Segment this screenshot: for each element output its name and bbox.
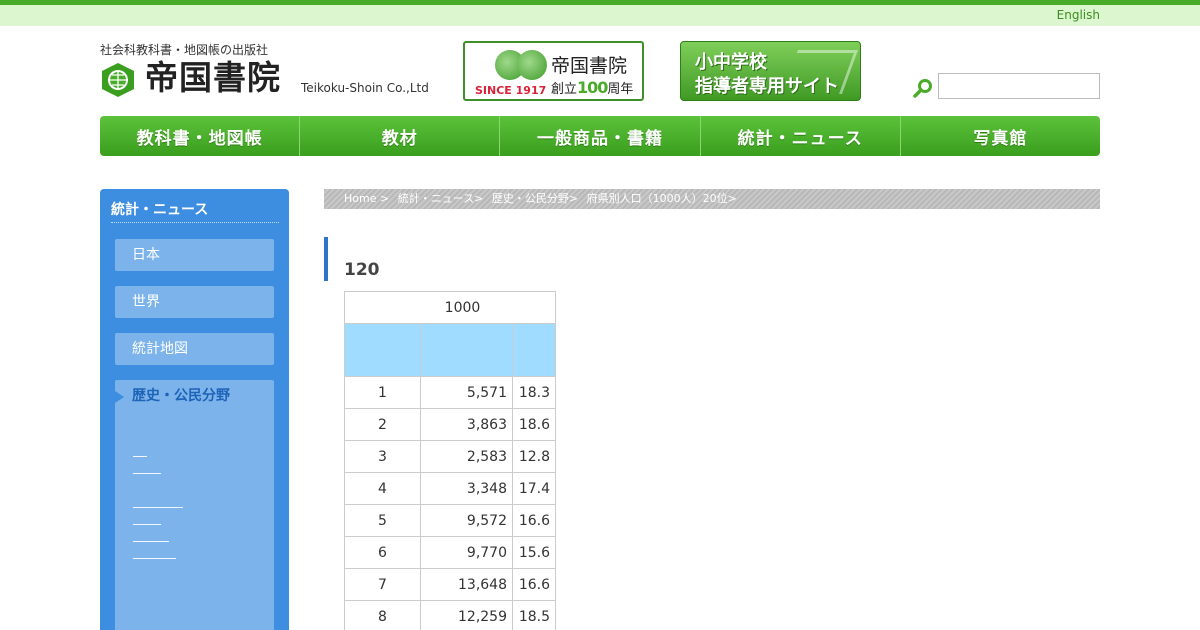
- nav-materials[interactable]: 教材: [300, 116, 501, 156]
- table-caption-row: 1000: [344, 291, 556, 324]
- sidebar-sub-link[interactable]: [133, 524, 161, 525]
- sidebar-sub-link[interactable]: [133, 507, 183, 508]
- statistics-table: 1000 1 5,571 18.3 2 3,863 18.6 3 2,583 1…: [344, 291, 556, 630]
- teacher-site-banner[interactable]: 小中学校 指導者専用サイト: [680, 41, 861, 101]
- teacher-banner-line2: 指導者専用サイト: [695, 76, 839, 97]
- population-cell: 9,770: [420, 536, 513, 569]
- table-row: 4 3,348 17.4: [344, 472, 556, 505]
- population-cell: 3,863: [420, 408, 513, 441]
- logo-english-name: Teikoku-Shoin Co.,Ltd: [301, 81, 429, 95]
- breadcrumb-statistics[interactable]: 統計・ニュース>: [398, 192, 484, 205]
- sidebar-item-world[interactable]: 世界: [115, 286, 274, 318]
- table-row: 2 3,863 18.6: [344, 408, 556, 441]
- rank-cell: 5: [344, 504, 421, 537]
- nav-statistics-news[interactable]: 統計・ニュース: [701, 116, 901, 156]
- ratio-cell: 18.5: [512, 600, 556, 630]
- table-header-cell: [420, 323, 513, 377]
- ratio-cell: 17.4: [512, 472, 556, 505]
- table-header-row: [344, 323, 556, 377]
- sidebar-sub-link[interactable]: [133, 473, 161, 474]
- teacher-banner-line1: 小中学校: [695, 52, 767, 73]
- ratio-cell: 18.3: [512, 376, 556, 409]
- ratio-cell: 12.8: [512, 440, 556, 473]
- sidebar-sub-link[interactable]: [133, 541, 169, 542]
- language-bar: English: [0, 5, 1200, 26]
- table-row: 6 9,770 15.6: [344, 536, 556, 569]
- nav-photo-gallery[interactable]: 写真館: [901, 116, 1100, 156]
- sidebar-item-history-civics[interactable]: 歴史・公民分野: [115, 380, 274, 412]
- global-nav: 教科書・地図帳 教材 一般商品・書籍 統計・ニュース 写真館: [100, 116, 1100, 156]
- anniversary-banner[interactable]: SINCE 1917 帝国書院 創立100周年: [463, 41, 644, 101]
- rank-cell: 3: [344, 440, 421, 473]
- banner-company-name: 帝国書院: [551, 55, 628, 77]
- population-cell: 5,571: [420, 376, 513, 409]
- search-input[interactable]: [938, 73, 1100, 99]
- logo-wordmark[interactable]: 帝国書院: [145, 58, 281, 98]
- population-cell: 2,583: [420, 440, 513, 473]
- sidebar-divider: [111, 222, 279, 223]
- nav-general-products[interactable]: 一般商品・書籍: [500, 116, 701, 156]
- table-row: 7 13,648 16.6: [344, 568, 556, 601]
- english-link[interactable]: English: [1057, 8, 1100, 22]
- population-cell: 13,648: [420, 568, 513, 601]
- search-icon[interactable]: [913, 78, 933, 98]
- table-header-cell: [344, 323, 421, 377]
- banner-since-text: SINCE 1917: [475, 84, 547, 97]
- population-cell: 3,348: [420, 472, 513, 505]
- ratio-cell: 18.6: [512, 408, 556, 441]
- rank-cell: 6: [344, 536, 421, 569]
- table-caption: 1000: [344, 291, 556, 324]
- breadcrumb-current: 府県別人口（1000人）20位>: [586, 192, 737, 205]
- site-tagline: 社会科教科書・地図帳の出版社: [100, 43, 269, 57]
- page-title: 120: [344, 260, 380, 280]
- sidebar-item-stat-maps[interactable]: 統計地図: [115, 333, 274, 365]
- sidebar-sub-link[interactable]: [133, 558, 176, 559]
- rank-cell: 4: [344, 472, 421, 505]
- breadcrumb-history-civics[interactable]: 歴史・公民分野>: [492, 192, 578, 205]
- nav-textbooks-atlas[interactable]: 教科書・地図帳: [100, 116, 301, 156]
- population-cell: 9,572: [420, 504, 513, 537]
- table-row: 3 2,583 12.8: [344, 440, 556, 473]
- banner-anniversary-text: 創立100周年: [551, 78, 634, 97]
- population-cell: 12,259: [420, 600, 513, 630]
- table-row: 1 5,571 18.3: [344, 376, 556, 409]
- breadcrumb: Home > 統計・ニュース> 歴史・公民分野> 府県別人口（1000人）20位…: [324, 189, 1100, 209]
- ratio-cell: 16.6: [512, 568, 556, 601]
- table-row: 5 9,572 16.6: [344, 504, 556, 537]
- ratio-cell: 15.6: [512, 536, 556, 569]
- rank-cell: 8: [344, 600, 421, 630]
- rank-cell: 1: [344, 376, 421, 409]
- table-header-cell: [512, 323, 556, 377]
- sidebar-item-japan[interactable]: 日本: [115, 239, 274, 271]
- heading-accent-bar: [324, 237, 328, 281]
- table-row: 8 12,259 18.5: [344, 600, 556, 630]
- ratio-cell: 16.6: [512, 504, 556, 537]
- sidebar-active-panel: [115, 380, 274, 630]
- rank-cell: 7: [344, 568, 421, 601]
- logo-globe-icon[interactable]: [100, 62, 136, 98]
- rank-cell: 2: [344, 408, 421, 441]
- breadcrumb-home[interactable]: Home >: [344, 192, 389, 205]
- sidebar: 統計・ニュース 日本 世界 統計地図 歴史・公民分野: [100, 189, 289, 630]
- sidebar-title: 統計・ニュース: [111, 202, 209, 218]
- globe-icon: [517, 50, 547, 80]
- sidebar-sub-link[interactable]: [133, 456, 147, 457]
